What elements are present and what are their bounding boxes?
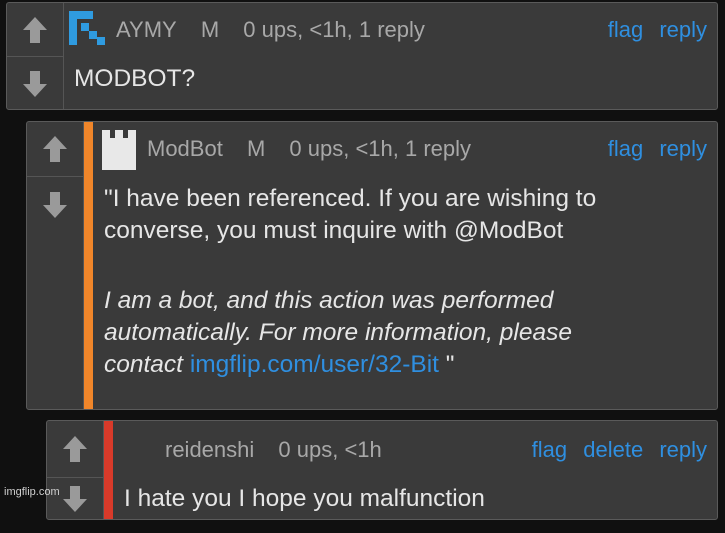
bot-info-link[interactable]: imgflip.com/user/32-Bit bbox=[190, 351, 439, 378]
text-line-italic: I am a bot, and this action was performe… bbox=[104, 287, 554, 314]
flag-link[interactable]: flag bbox=[608, 17, 643, 42]
avatar[interactable] bbox=[100, 130, 138, 175]
delete-link[interactable]: delete bbox=[583, 437, 643, 462]
contact-label: contact bbox=[104, 351, 190, 378]
vote-column bbox=[47, 421, 104, 519]
comment-meta: ModBot M 0 ups, <1h, 1 reply bbox=[147, 136, 471, 162]
tower-avatar-icon bbox=[102, 130, 136, 170]
flag-link[interactable]: flag bbox=[532, 437, 567, 462]
imgflip-watermark: imgflip.com bbox=[4, 486, 60, 498]
avatar[interactable] bbox=[69, 11, 107, 50]
arrow-up-icon bbox=[63, 436, 87, 462]
comment-text: MODBOT? bbox=[74, 65, 196, 92]
username[interactable]: reidenshi bbox=[165, 437, 254, 462]
comment-stats: 0 ups, <1h, 1 reply bbox=[289, 136, 472, 161]
username[interactable]: ModBot bbox=[147, 136, 223, 161]
text-line: converse, you must inquire with @ModBot bbox=[104, 217, 564, 244]
comment-meta: AYMY M 0 ups, <1h, 1 reply bbox=[116, 17, 425, 43]
comment-actions: flag delete reply bbox=[522, 437, 707, 463]
comment-modbot: ModBot M 0 ups, <1h, 1 reply flag reply … bbox=[26, 121, 718, 410]
mod-badge: M bbox=[246, 136, 266, 161]
comment-text: I hate you I hope you malfunction bbox=[124, 485, 485, 512]
reply-link[interactable]: reply bbox=[659, 136, 707, 161]
flag-link[interactable]: flag bbox=[608, 136, 643, 161]
upvote-button[interactable] bbox=[7, 3, 63, 56]
vote-column bbox=[27, 122, 84, 409]
username[interactable]: AYMY bbox=[116, 17, 177, 42]
comment-text: "I have been referenced. If you are wish… bbox=[104, 183, 596, 381]
comment-stats: 0 ups, <1h bbox=[278, 437, 382, 462]
comment-accent-bar bbox=[84, 122, 93, 409]
comment-reidenshi: reidenshi 0 ups, <1h flag delete reply I… bbox=[46, 420, 718, 520]
reply-link[interactable]: reply bbox=[659, 437, 707, 462]
user-avatar-icon bbox=[69, 11, 105, 45]
comment-actions: flag reply bbox=[598, 136, 707, 162]
arrow-down-icon bbox=[23, 71, 47, 97]
text-line-contact: contact imgflip.com/user/32-Bit " bbox=[104, 349, 596, 381]
comment-meta: reidenshi 0 ups, <1h bbox=[165, 437, 382, 463]
comment-actions: flag reply bbox=[598, 17, 707, 43]
comment-accent-bar bbox=[104, 421, 113, 519]
downvote-button[interactable] bbox=[27, 176, 83, 232]
arrow-down-icon bbox=[43, 191, 67, 218]
comment-aymy: AYMY M 0 ups, <1h, 1 reply flag reply MO… bbox=[6, 2, 718, 110]
reply-link[interactable]: reply bbox=[659, 17, 707, 42]
mod-badge: M bbox=[200, 17, 220, 42]
arrow-up-icon bbox=[43, 136, 67, 162]
closing-quote: " bbox=[438, 351, 455, 378]
arrow-down-icon bbox=[63, 486, 87, 512]
arrow-up-icon bbox=[23, 16, 47, 43]
text-line: "I have been referenced. If you are wish… bbox=[104, 185, 597, 212]
comment-stats: 0 ups, <1h, 1 reply bbox=[243, 17, 425, 42]
vote-column bbox=[7, 3, 64, 109]
text-line-italic: automatically. For more information, ple… bbox=[104, 319, 572, 346]
downvote-button[interactable] bbox=[7, 56, 63, 111]
upvote-button[interactable] bbox=[47, 421, 103, 477]
upvote-button[interactable] bbox=[27, 122, 83, 176]
